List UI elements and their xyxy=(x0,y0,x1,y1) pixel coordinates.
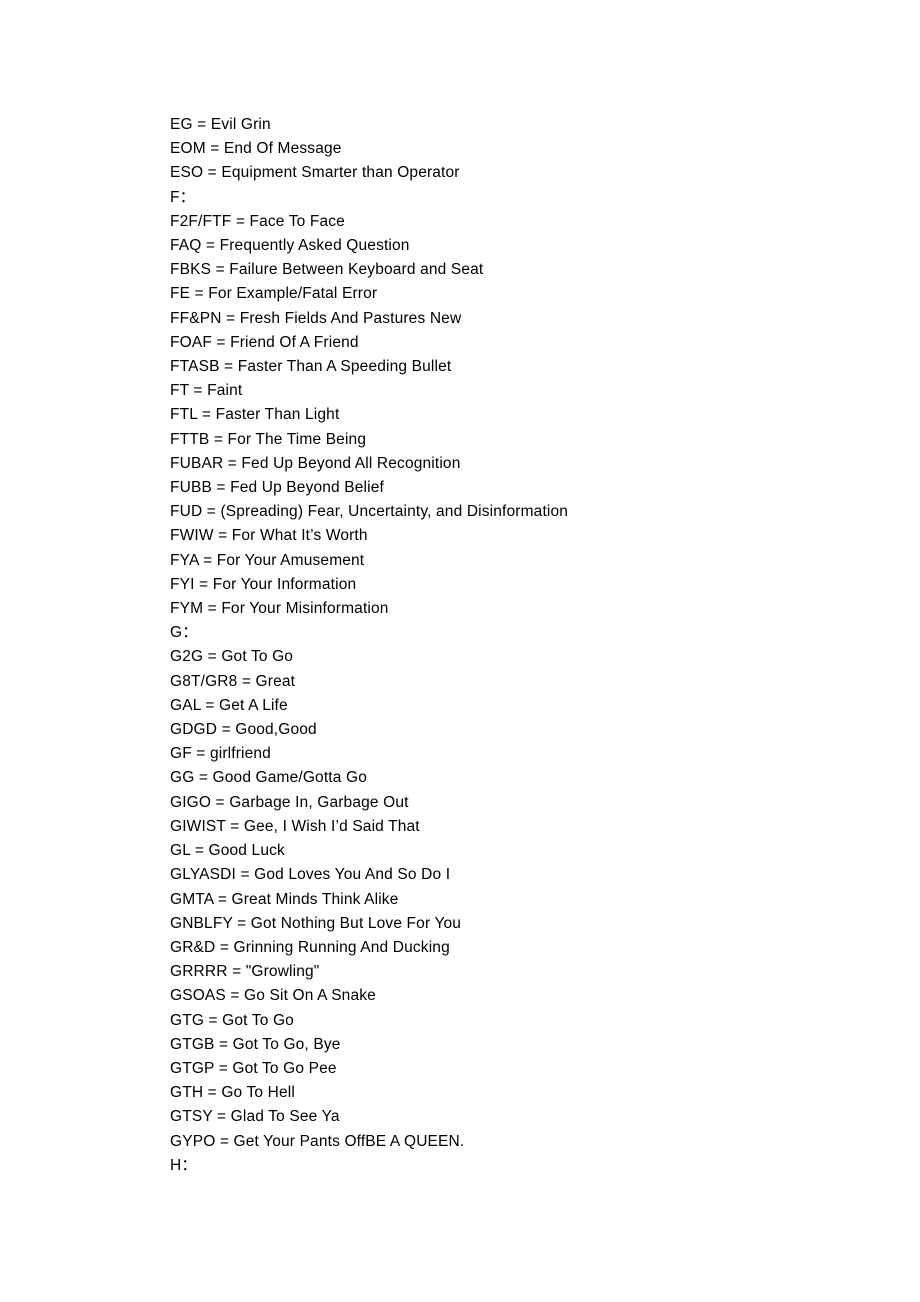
acronym-line: FYA = For Your Amusement xyxy=(170,551,365,569)
acronym-line: GIGO = Garbage In, Garbage Out xyxy=(170,793,409,811)
acronym-line: GTG = Got To Go xyxy=(170,1011,294,1029)
acronym-line: F2F/FTF = Face To Face xyxy=(170,212,345,230)
acronym-line: FE = For Example/Fatal Error xyxy=(170,285,378,303)
acronym-line: GDGD = Good,Good xyxy=(170,721,317,739)
acronym-line: FTASB = Faster Than A Speeding Bullet xyxy=(170,358,452,376)
acronym-line: GIWIST = Gee, I Wish I’d Said That xyxy=(170,817,420,835)
acronym-line: FYI = For Your Information xyxy=(170,575,357,593)
acronym-line: ESO = Equipment Smarter than Operator xyxy=(170,164,460,182)
acronym-line: FOAF = Friend Of A Friend xyxy=(170,333,359,351)
acronym-line: GNBLFY = Got Nothing But Love For You xyxy=(170,914,462,932)
acronym-line: GG = Good Game/Gotta Go xyxy=(170,769,367,787)
acronym-line: GSOAS = Go Sit On A Snake xyxy=(170,987,376,1005)
acronym-line: GL = Good Luck xyxy=(170,842,285,860)
acronym-line: GR&D = Grinning Running And Ducking xyxy=(170,938,450,956)
acronym-line: G2G = Got To Go xyxy=(170,648,294,666)
acronym-line: FWIW = For What It’s Worth xyxy=(170,527,368,545)
acronym-line: FAQ = Frequently Asked Question xyxy=(170,237,410,255)
section-heading: G： xyxy=(170,624,198,642)
section-heading: H： xyxy=(170,1156,198,1174)
document-page: EG = Evil Grin EOM = End Of Message ESO = … xyxy=(0,0,920,1302)
acronym-list: EG = Evil Grin EOM = End Of Message ESO = … xyxy=(170,113,870,1178)
acronym-line: GLYASDI = God Loves You And So Do I xyxy=(170,866,451,884)
acronym-line: GTH = Go To Hell xyxy=(170,1084,295,1102)
acronym-line: FBKS = Failure Between Keyboard and Seat xyxy=(170,261,484,279)
acronym-line: FTL = Faster Than Light xyxy=(170,406,340,424)
acronym-line: GMTA = Great Minds Think Alike xyxy=(170,890,399,908)
acronym-line: GRRRR = "Growling" xyxy=(170,963,320,981)
acronym-line: FYM = For Your Misinformation xyxy=(170,600,389,618)
acronym-line: GTGP = Got To Go Pee xyxy=(170,1059,337,1077)
acronym-line: GYPO = Get Your Pants OffBE A QUEEN. xyxy=(170,1132,465,1150)
acronym-line: FUBAR = Fed Up Beyond All Recognition xyxy=(170,454,461,472)
acronym-line: EOM = End Of Message xyxy=(170,140,342,158)
section-heading: F： xyxy=(170,188,196,206)
acronym-line: FUBB = Fed Up Beyond Belief xyxy=(170,479,384,497)
acronym-line: EG = Evil Grin xyxy=(170,116,271,133)
acronym-line: G8T/GR8 = Great xyxy=(170,672,296,690)
acronym-line: FT = Faint xyxy=(170,382,243,400)
acronym-line: FTTB = For The Time Being xyxy=(170,430,367,448)
acronym-line: FF&PN = Fresh Fields And Pastures New xyxy=(170,309,462,327)
acronym-line: GTSY = Glad To See Ya xyxy=(170,1108,340,1126)
acronym-line: GAL = Get A Life xyxy=(170,696,288,714)
acronym-line: FUD = (Spreading) Fear, Uncertainty, and… xyxy=(170,503,569,521)
acronym-line: GTGB = Got To Go, Bye xyxy=(170,1035,341,1053)
acronym-line: GF = girlfriend xyxy=(170,745,271,763)
